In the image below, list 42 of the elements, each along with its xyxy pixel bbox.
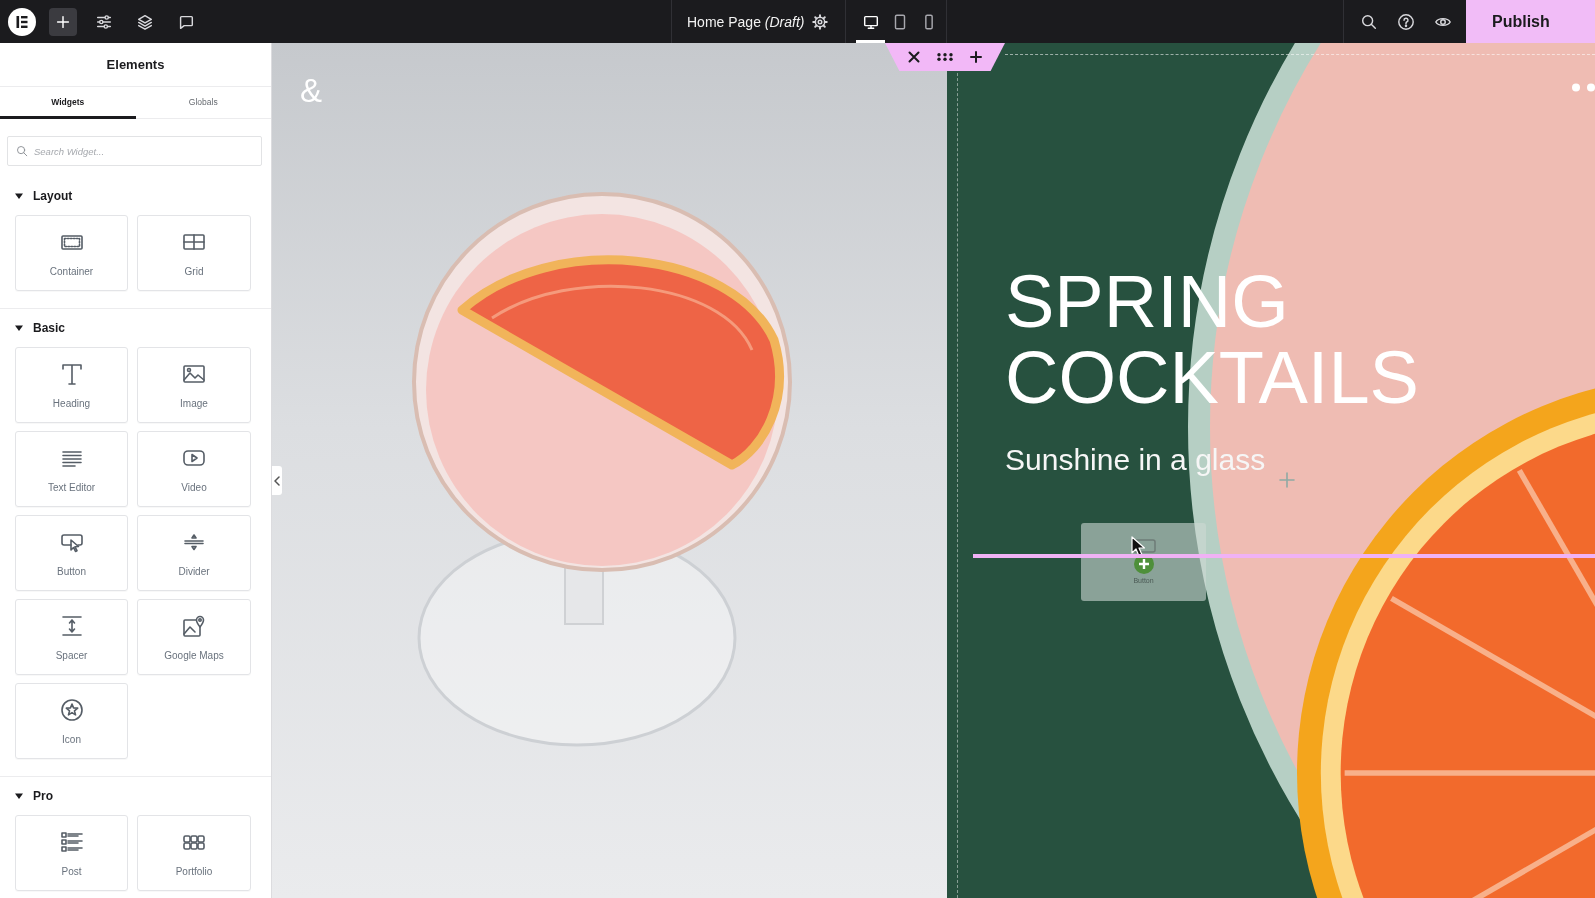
widget-tile[interactable]: Heading [15,347,128,423]
plus-icon [1279,472,1295,488]
add-element-button[interactable] [49,7,77,36]
widget-tile[interactable]: Icon [15,683,128,759]
menu-dots-icon[interactable] [1571,83,1595,92]
publish-button[interactable]: Publish [1466,0,1595,43]
widget-tile[interactable]: Post [15,815,128,891]
logo-icon[interactable] [8,7,36,36]
layers-icon [136,12,154,31]
category-header[interactable]: Basic [0,318,66,338]
page-title: Home Page (Draft) [687,13,805,30]
widget-tile[interactable]: Portfolio [137,815,251,891]
category-header[interactable]: Pro [0,786,53,806]
help-icon [1397,12,1415,31]
sliders-icon [95,12,113,31]
chevron-left-icon [274,475,280,486]
panel-title: Elements [0,43,271,87]
widget-tile[interactable]: Google Maps [137,599,251,675]
drag-handle-icon [937,53,953,61]
widget-tile[interactable]: Container [15,215,128,291]
plus-icon [970,51,982,63]
button-outline-icon [1131,539,1156,553]
search-icon [1360,12,1378,31]
search-icon [16,145,28,157]
close-icon [908,51,920,63]
cursor-icon [1131,536,1145,557]
widget-tile[interactable]: Spacer [15,599,128,675]
widget-tile[interactable]: Divider [137,515,251,591]
page-settings-button[interactable] [810,11,830,32]
widget-tile[interactable]: Video [137,431,251,507]
search-field[interactable]: Search Widget... [7,136,262,166]
gear-icon [811,12,829,31]
hero-subheading: Sunshine in a glass [1005,442,1266,478]
widget-tile[interactable]: Image [137,347,251,423]
category-header[interactable]: Layout [0,186,73,206]
panel-tab[interactable]: Widgets [0,87,136,119]
site-logo: & [300,71,322,111]
widget-tile[interactable]: Text Editor [15,431,128,507]
widget-tile[interactable]: Grid [137,215,251,291]
widget-tile[interactable]: Button [15,515,128,591]
panel-tab[interactable]: Globals [135,87,271,119]
collapse-panel-button[interactable] [272,466,282,495]
